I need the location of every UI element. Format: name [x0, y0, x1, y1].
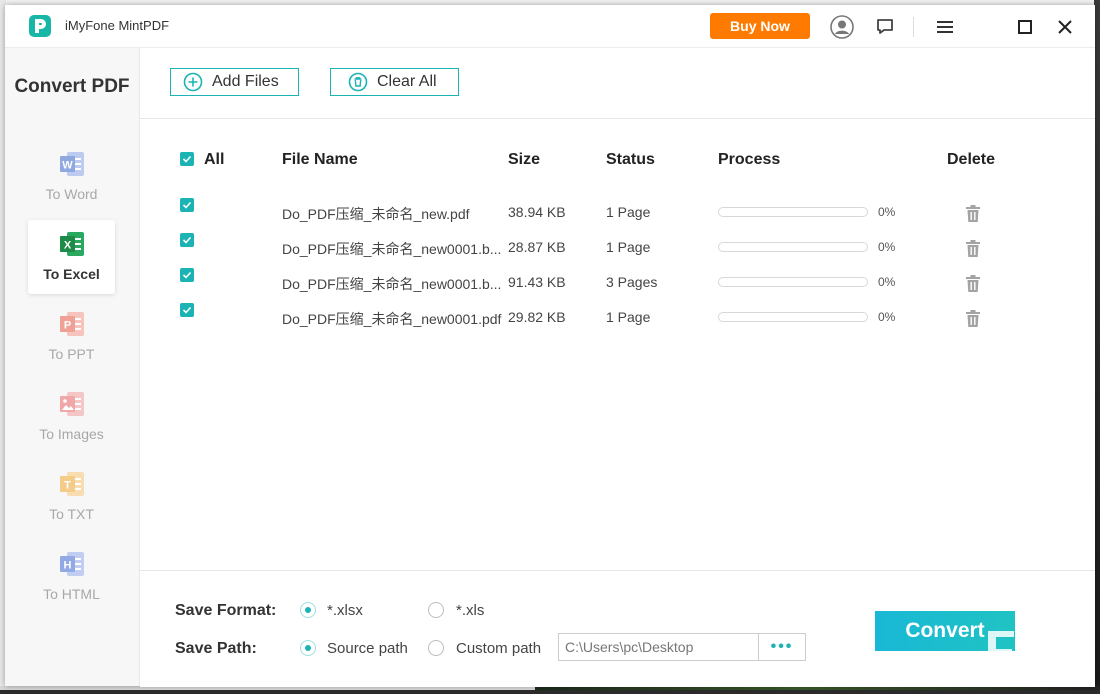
buy-now-button[interactable]: Buy Now	[710, 13, 810, 39]
excel-doc-icon: X	[60, 232, 84, 256]
progress-percent: 0%	[878, 240, 896, 254]
trash-circle-icon	[348, 72, 368, 92]
file-status: 1 Page	[606, 204, 651, 220]
sidebar-item-to-txt[interactable]: T To TXT	[28, 460, 115, 534]
header-all: All	[204, 151, 225, 168]
progress-bar	[718, 277, 868, 287]
app-window: iMyFone MintPDF Buy Now Convert PDF W To…	[5, 5, 1095, 687]
check-icon	[182, 306, 192, 314]
sidebar-item-label: To Excel	[43, 266, 100, 282]
sidebar: Convert PDF W To Word X To Excel P To PP…	[5, 48, 140, 686]
save-format-label: Save Format:	[175, 602, 277, 619]
ppt-doc-icon: P	[60, 312, 84, 336]
file-name: Do_PDF压缩_未命名_new.pdf	[282, 206, 470, 222]
format-xlsx-label[interactable]: *.xlsx	[327, 602, 363, 619]
save-path-input[interactable]	[558, 633, 758, 661]
file-size: 38.94 KB	[508, 204, 566, 220]
progress-percent: 0%	[878, 310, 896, 324]
title-bar: iMyFone MintPDF Buy Now	[5, 5, 1095, 48]
sidebar-item-label: To TXT	[49, 506, 94, 522]
delete-trash-icon[interactable]	[965, 275, 981, 293]
source-path-label[interactable]: Source path	[327, 640, 408, 657]
menu-icon[interactable]	[933, 15, 957, 39]
html-doc-icon: H	[60, 552, 84, 576]
file-status: 1 Page	[606, 239, 651, 255]
row-checkbox[interactable]	[180, 303, 194, 317]
file-status: 1 Page	[606, 309, 651, 325]
output-settings-panel: Save Format: *.xlsx *.xls Save Path: Sou…	[140, 570, 1095, 687]
row-checkbox[interactable]	[180, 198, 194, 212]
clear-all-label: Clear All	[377, 73, 437, 90]
account-icon[interactable]	[830, 15, 854, 39]
watermark	[980, 617, 1100, 691]
feedback-icon[interactable]	[873, 15, 897, 39]
file-name: Do_PDF压缩_未命名_new0001.pdf	[282, 311, 502, 327]
progress-percent: 0%	[878, 205, 896, 219]
site-watermark-icon	[988, 631, 1092, 671]
custom-path-radio[interactable]	[428, 640, 444, 656]
add-files-label: Add Files	[212, 73, 279, 90]
sidebar-item-label: To Images	[39, 426, 104, 442]
sidebar-item-label: To Word	[45, 186, 98, 202]
image-doc-icon	[60, 392, 84, 416]
header-size: Size	[508, 151, 541, 168]
format-xlsx-radio[interactable]	[300, 602, 316, 618]
word-doc-icon: W	[60, 152, 84, 176]
progress-bar	[718, 242, 868, 252]
maximize-icon[interactable]	[1013, 15, 1037, 39]
file-size: 29.82 KB	[508, 309, 566, 325]
progress-percent: 0%	[878, 275, 896, 289]
source-path-radio[interactable]	[300, 640, 316, 656]
close-icon[interactable]	[1053, 15, 1077, 39]
sidebar-item-to-word[interactable]: W To Word	[28, 140, 115, 214]
delete-trash-icon[interactable]	[965, 240, 981, 258]
file-size: 28.87 KB	[508, 239, 566, 255]
delete-trash-icon[interactable]	[965, 310, 981, 328]
sidebar-title: Convert PDF	[14, 76, 130, 97]
header-process: Process	[718, 151, 781, 168]
header-status: Status	[606, 151, 655, 168]
check-icon	[182, 271, 192, 279]
plus-circle-icon	[183, 72, 203, 92]
progress-bar	[718, 207, 868, 217]
file-size: 91.43 KB	[508, 274, 566, 290]
header-delete: Delete	[947, 151, 996, 168]
delete-trash-icon[interactable]	[965, 205, 981, 223]
sidebar-item-to-images[interactable]: To Images	[28, 380, 115, 454]
svg-text:X: X	[64, 240, 72, 252]
sidebar-item-to-excel[interactable]: X To Excel	[28, 220, 115, 294]
file-name: Do_PDF压缩_未命名_new0001.b...	[282, 241, 502, 257]
progress-bar	[718, 312, 868, 322]
select-all-checkbox[interactable]	[180, 152, 194, 166]
svg-text:H: H	[64, 560, 72, 572]
row-checkbox[interactable]	[180, 268, 194, 282]
file-name: Do_PDF压缩_未命名_new0001.b...	[282, 276, 502, 292]
sidebar-item-to-html[interactable]: H To HTML	[28, 540, 115, 614]
row-checkbox[interactable]	[180, 233, 194, 247]
add-files-button[interactable]: Add Files	[170, 68, 299, 96]
save-path-label: Save Path:	[175, 640, 257, 657]
sidebar-item-label: To PPT	[48, 346, 95, 362]
svg-text:P: P	[64, 320, 71, 332]
toolbar: Add Files Clear All	[140, 48, 1095, 119]
file-status: 3 Pages	[606, 274, 658, 290]
svg-text:W: W	[62, 160, 73, 172]
sidebar-item-to-ppt[interactable]: P To PPT	[28, 300, 115, 374]
header-file-name: File Name	[282, 151, 358, 168]
check-icon	[182, 155, 192, 163]
app-logo-icon	[29, 15, 51, 37]
browse-path-button[interactable]: •••	[758, 633, 806, 661]
check-icon	[182, 201, 192, 209]
app-title: iMyFone MintPDF	[65, 18, 170, 33]
check-icon	[182, 236, 192, 244]
format-xls-label[interactable]: *.xls	[456, 602, 484, 619]
clear-all-button[interactable]: Clear All	[330, 68, 459, 96]
txt-doc-icon: T	[60, 472, 84, 496]
format-xls-radio[interactable]	[428, 602, 444, 618]
svg-text:T: T	[64, 480, 71, 492]
custom-path-label[interactable]: Custom path	[456, 640, 541, 657]
sidebar-item-label: To HTML	[43, 586, 100, 602]
